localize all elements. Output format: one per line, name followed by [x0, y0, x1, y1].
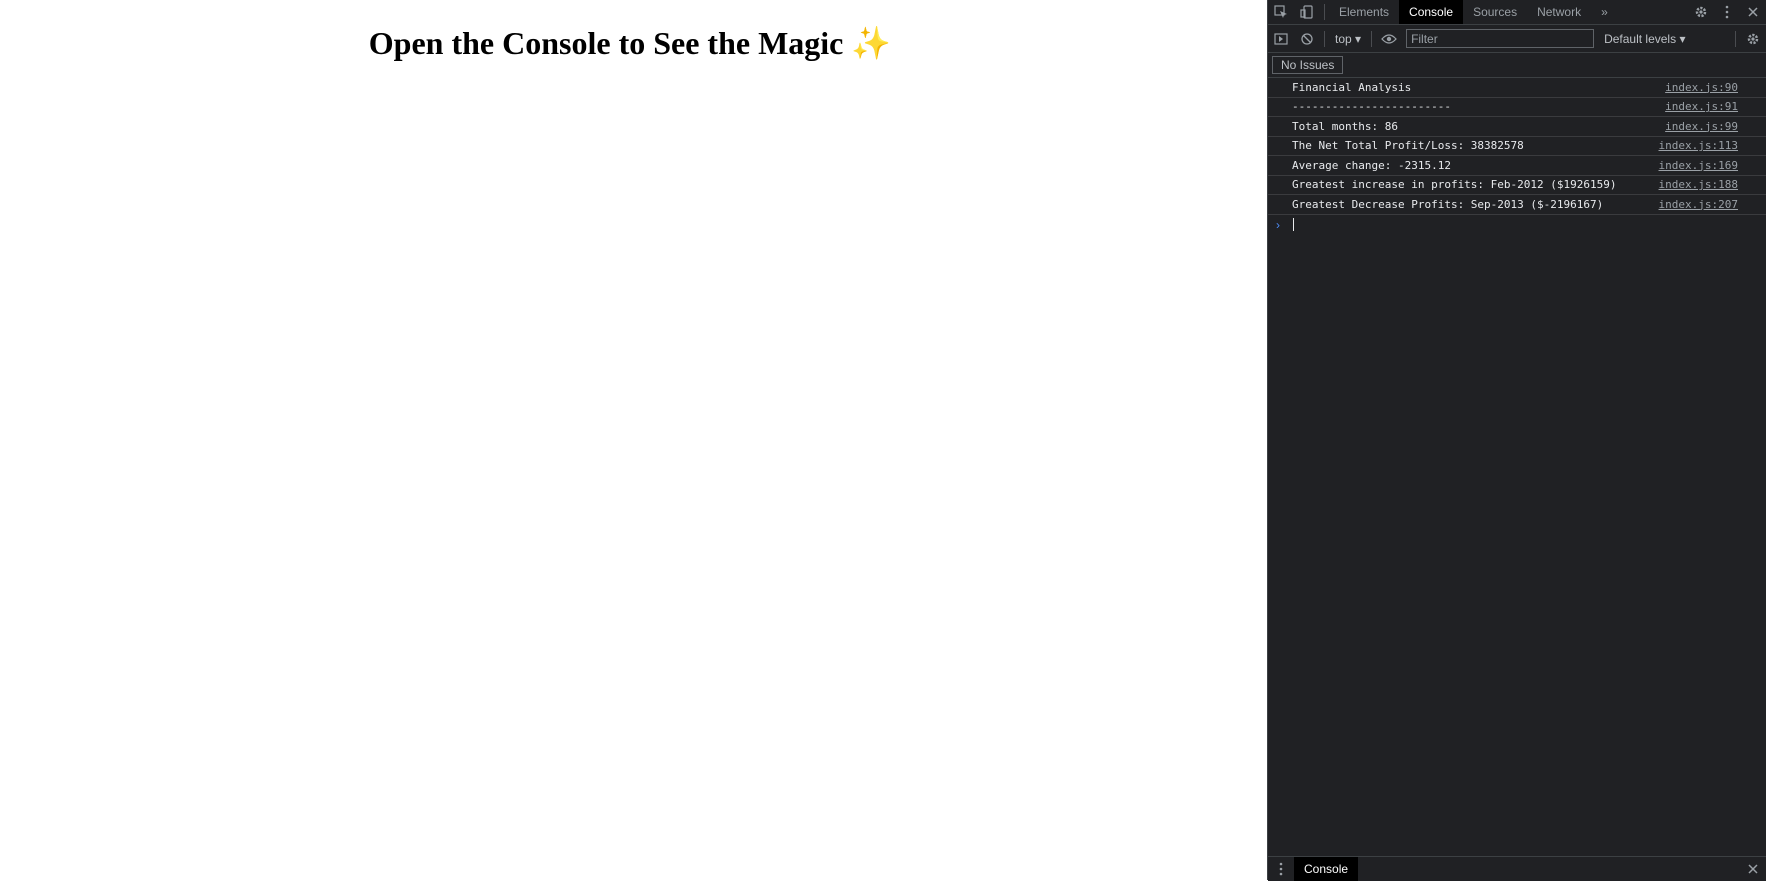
source-link[interactable]: index.js:99	[1665, 120, 1738, 133]
source-link[interactable]: index.js:90	[1665, 81, 1738, 94]
message-text: ------------------------	[1292, 100, 1451, 114]
source-link[interactable]: index.js:169	[1659, 159, 1738, 172]
show-sidebar-icon[interactable]	[1268, 27, 1294, 51]
message-text: Average change: -2315.12	[1292, 158, 1451, 172]
close-drawer-icon[interactable]	[1740, 857, 1766, 881]
filter-input[interactable]	[1406, 29, 1595, 48]
tab-console[interactable]: Console	[1399, 0, 1464, 24]
separator	[1324, 30, 1325, 47]
inspect-element-icon[interactable]	[1268, 0, 1294, 24]
device-toolbar-icon[interactable]	[1294, 0, 1320, 24]
prompt-chevron-icon: ›	[1276, 217, 1280, 232]
tab-elements[interactable]: Elements	[1329, 0, 1399, 24]
console-message: Financial Analysis index.js:90	[1268, 78, 1766, 98]
source-link[interactable]: index.js:188	[1659, 178, 1738, 191]
devtools-tabbar: Elements Console Sources Network »	[1268, 0, 1766, 25]
drawer-tab-console[interactable]: Console	[1294, 857, 1359, 881]
context-selector[interactable]: top ▾	[1329, 32, 1367, 46]
message-text: Total months: 86	[1292, 119, 1398, 133]
drawer-actions	[1740, 857, 1766, 881]
devtools-panel: Elements Console Sources Network » top ▾	[1267, 0, 1766, 881]
clear-console-icon[interactable]	[1294, 27, 1320, 51]
issues-button[interactable]: No Issues	[1272, 56, 1344, 74]
console-message: Greatest Decrease Profits: Sep-2013 ($-2…	[1268, 195, 1766, 215]
message-text: Financial Analysis	[1292, 80, 1412, 94]
drawer-bar: Console	[1268, 856, 1766, 881]
log-levels-dropdown[interactable]: Default levels ▾	[1604, 32, 1685, 46]
source-link[interactable]: index.js:113	[1659, 139, 1738, 152]
console-message: Total months: 86 index.js:99	[1268, 117, 1766, 137]
tabbar-actions	[1688, 0, 1766, 24]
console-message: ------------------------ index.js:91	[1268, 98, 1766, 117]
source-link[interactable]: index.js:91	[1665, 100, 1738, 113]
chevron-down-icon: ▾	[1679, 31, 1686, 46]
separator	[1371, 30, 1373, 47]
settings-gear-icon[interactable]	[1688, 0, 1714, 24]
message-text: Greatest increase in profits: Feb-2012 (…	[1292, 178, 1617, 192]
source-link[interactable]: index.js:207	[1659, 198, 1738, 211]
issues-bar: No Issues	[1268, 53, 1766, 78]
message-text: The Net Total Profit/Loss: 38382578	[1292, 139, 1524, 153]
console-messages: Financial Analysis index.js:90 ----------…	[1268, 78, 1766, 235]
console-settings-gear-icon[interactable]	[1740, 27, 1766, 51]
message-text: Greatest Decrease Profits: Sep-2013 ($-2…	[1292, 197, 1604, 211]
web-page: Open the Console to See the Magic ✨	[0, 0, 1267, 880]
kebab-menu-icon[interactable]	[1714, 0, 1740, 24]
toolbar-actions	[1731, 27, 1766, 51]
text-caret	[1293, 218, 1294, 231]
page-heading: Open the Console to See the Magic ✨	[0, 24, 1260, 62]
chevron-down-icon: ▾	[1355, 31, 1362, 46]
tab-network[interactable]: Network	[1527, 0, 1591, 24]
console-message: Average change: -2315.12 index.js:169	[1268, 156, 1766, 176]
separator	[1735, 30, 1736, 47]
page-heading-text: Open the Console to See the Magic	[368, 25, 844, 61]
tab-sources[interactable]: Sources	[1463, 0, 1527, 24]
sparkles-icon: ✨	[851, 25, 892, 61]
separator	[1324, 4, 1325, 20]
close-icon[interactable]	[1740, 0, 1766, 24]
drawer-menu-icon[interactable]	[1268, 857, 1294, 881]
console-message: Greatest increase in profits: Feb-2012 (…	[1268, 176, 1766, 195]
console-message: The Net Total Profit/Loss: 38382578 index…	[1268, 137, 1766, 156]
eye-icon[interactable]	[1376, 27, 1402, 51]
context-label: top	[1335, 31, 1352, 46]
log-levels-label: Default levels	[1604, 31, 1677, 46]
console-toolbar: top ▾ Default levels ▾	[1268, 25, 1766, 53]
more-tabs-icon[interactable]: »	[1591, 0, 1618, 24]
console-prompt[interactable]: ›	[1268, 215, 1766, 235]
